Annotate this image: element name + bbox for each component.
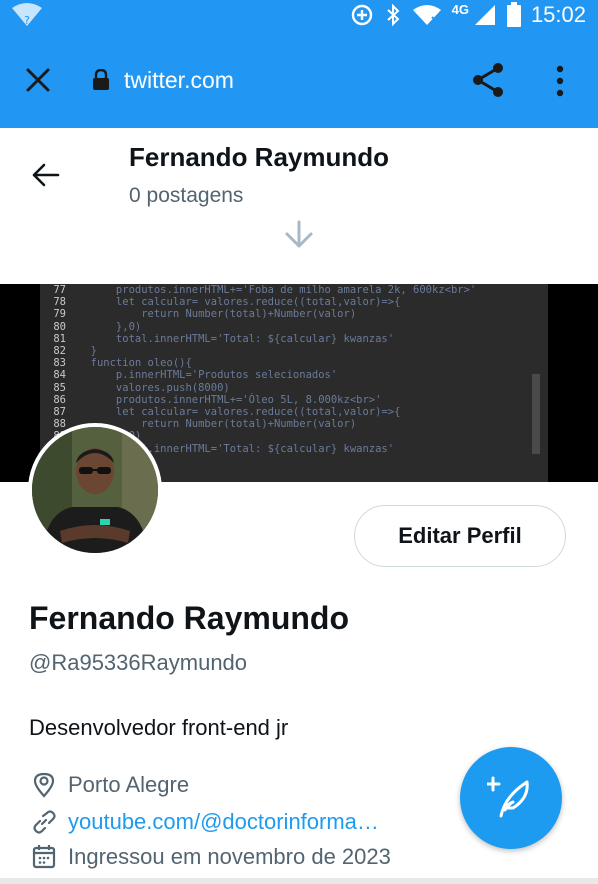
profile-handle: @Ra95336Raymundo xyxy=(29,650,248,675)
post-count: 0 postagens xyxy=(129,184,244,207)
code-line: 79 return Number(total)+Number(valor) xyxy=(40,308,548,320)
header-title: Fernando Raymundo xyxy=(129,142,390,172)
browser-toolbar: twitter.com xyxy=(0,30,598,128)
code-line-number: 78 xyxy=(53,296,66,309)
code-line-text: } xyxy=(78,345,97,358)
calendar-icon xyxy=(32,845,56,869)
joined-row: Ingressou em novembro de 2023 xyxy=(30,842,391,872)
code-line-number: 84 xyxy=(53,369,66,382)
code-line: 85 valores.push(8000) xyxy=(40,382,548,394)
code-line-text: function oleo(){ xyxy=(78,357,192,370)
code-line: 84 p.innerHTML='Produtos selecionados' xyxy=(40,369,548,381)
compose-feather-icon xyxy=(487,776,529,818)
code-line-text: let calcular= valores.reduce((total,valo… xyxy=(78,296,401,309)
code-line: 81 total.innerHTML='Total: ${calcular} k… xyxy=(40,333,548,345)
code-line-number: 81 xyxy=(53,332,66,345)
code-line-text: },0) xyxy=(78,320,142,333)
svg-text:?: ? xyxy=(24,14,30,27)
code-line: 82 } xyxy=(40,345,548,357)
code-line-number: 77 xyxy=(53,284,66,296)
code-line-number: 83 xyxy=(53,357,66,370)
location-row: Porto Alegre xyxy=(30,770,189,800)
code-line-text: total.innerHTML='Total: ${calcular} kwan… xyxy=(78,332,395,345)
code-line-number: 88 xyxy=(53,418,66,431)
code-line: 83 function oleo(){ xyxy=(40,357,548,369)
banner-scrollbar-graphic xyxy=(532,374,540,454)
code-line-text: produtos.innerHTML+='Óleo 5L, 8.000kz<br… xyxy=(78,393,382,406)
avatar[interactable] xyxy=(28,423,162,557)
profile-name: Fernando Raymundo xyxy=(29,600,350,636)
link-icon xyxy=(33,810,56,834)
code-line-text: let calcular= valores.reduce((total,valo… xyxy=(78,406,401,419)
code-line-number: 79 xyxy=(53,308,66,321)
clock: 15:02 xyxy=(530,2,586,27)
code-line-text: produtos.innerHTML+='Foba de milho amare… xyxy=(78,284,477,296)
pull-down-arrow-icon xyxy=(285,220,313,248)
code-line-text: valores.push(8000) xyxy=(78,381,230,394)
website-row[interactable]: youtube.com/@doctorinforma… xyxy=(30,807,379,837)
code-line: 77 produtos.innerHTML+='Foba de milho am… xyxy=(40,284,548,296)
code-line: 78 let calcular= valores.reduce((total,v… xyxy=(40,296,548,308)
overflow-menu-icon[interactable] xyxy=(546,64,574,98)
code-line-text: p.innerHTML='Produtos selecionados' xyxy=(78,369,338,382)
code-line: 87 let calcular= valores.reduce((total,v… xyxy=(40,406,548,418)
location-pin-icon xyxy=(33,772,55,798)
url-field[interactable]: twitter.com xyxy=(124,67,234,94)
bluetooth-icon xyxy=(386,3,400,27)
edit-profile-button[interactable]: Editar Perfil xyxy=(354,505,566,567)
code-line: 80 },0) xyxy=(40,321,548,333)
close-icon[interactable] xyxy=(22,64,54,96)
lock-icon xyxy=(93,69,109,90)
battery-icon xyxy=(506,2,521,27)
location-text: Porto Alegre xyxy=(68,772,190,797)
joined-date: Ingressou em novembro de 2023 xyxy=(68,844,391,869)
code-line-number: 82 xyxy=(53,345,66,358)
code-line-number: 80 xyxy=(53,320,66,333)
code-line-number: 85 xyxy=(53,381,66,394)
compose-post-button[interactable] xyxy=(460,747,562,849)
status-bar: ? 4G 15:02 xyxy=(0,0,598,30)
profile-header: Fernando Raymundo 0 postagens xyxy=(0,128,598,284)
code-line-number: 86 xyxy=(53,393,66,406)
wifi-question-icon: ? xyxy=(10,2,44,33)
website-link[interactable]: youtube.com/@doctorinforma… xyxy=(68,809,379,835)
wifi-x-icon xyxy=(412,5,441,25)
share-icon[interactable] xyxy=(468,60,508,100)
code-line-text: return Number(total)+Number(valor) xyxy=(78,308,357,321)
code-line: 86 produtos.innerHTML+='Óleo 5L, 8.000kz… xyxy=(40,394,548,406)
code-line-number: 87 xyxy=(53,406,66,419)
back-arrow-icon[interactable] xyxy=(30,160,62,190)
bottom-edge xyxy=(0,878,598,884)
profile-bio: Desenvolvedor front-end jr xyxy=(29,715,289,740)
signal-icon xyxy=(474,5,495,25)
network-type: 4G xyxy=(451,1,469,17)
data-saver-icon xyxy=(351,4,372,26)
